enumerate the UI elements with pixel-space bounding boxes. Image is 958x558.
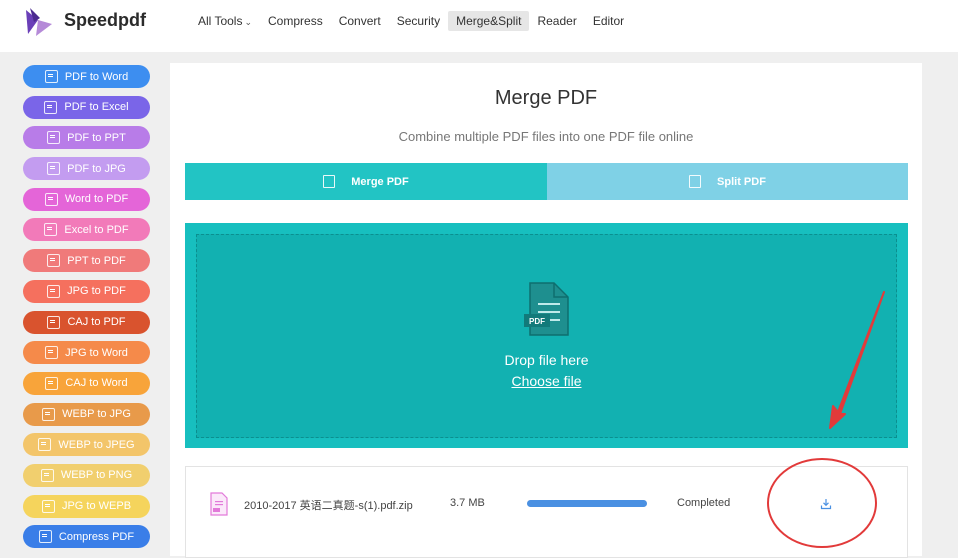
sidebar: PDF to Word PDF to Excel PDF to PPT PDF to … — [23, 65, 150, 556]
sidebar-item-label: WEBP to PNG — [60, 469, 133, 482]
main-panel: Merge PDF Combine multiple PDF files int… — [170, 63, 922, 558]
merge-icon — [323, 175, 336, 188]
tool-icon — [47, 162, 61, 176]
sidebar-item[interactable]: PDF to Excel — [23, 95, 150, 119]
tab-label: Merge PDF — [351, 175, 409, 188]
sidebar-item-label: Word to PDF — [64, 193, 129, 206]
sidebar-item-label: JPG to PDF — [67, 285, 126, 298]
sidebar-item[interactable]: PPT to PDF — [23, 249, 150, 273]
sidebar-item[interactable]: Excel to PDF — [23, 218, 150, 242]
tool-icon — [44, 192, 58, 206]
sidebar-item-label: PPT to PDF — [67, 254, 126, 267]
tool-icon — [45, 376, 59, 390]
sidebar-item-label: JPG to WEPB — [61, 500, 132, 513]
sidebar-item-label: PDF to PPT — [67, 131, 126, 144]
page-title: Merge PDF — [494, 87, 598, 109]
tool-icon — [44, 223, 58, 237]
sidebar-item[interactable]: CAJ to PDF — [23, 310, 150, 334]
sidebar-item-label: PDF to JPG — [67, 162, 126, 175]
file-name: 2010-2017 英语二真题-s(1).pdf.zip — [244, 500, 413, 512]
top-nav: All Tools ⌄ Compress Convert Security Mer… — [190, 11, 632, 31]
progress-fill — [527, 500, 647, 507]
file-size: 3.7 MB — [450, 497, 485, 509]
tab-label: Split PDF — [717, 175, 766, 188]
sidebar-item[interactable]: WEBP to PNG — [23, 463, 150, 487]
nav-security[interactable]: Security — [389, 11, 448, 31]
tool-icon — [42, 407, 56, 421]
tool-icon — [40, 468, 54, 482]
top-bar: Speedpdf All Tools ⌄ Compress Convert Sec… — [0, 0, 958, 52]
chevron-down-icon: ⌄ — [244, 17, 253, 27]
zip-file-icon — [210, 492, 228, 516]
sidebar-item[interactable]: PDF to PPT — [23, 126, 150, 150]
drop-zone-inner[interactable]: PDF Drop file here Choose file — [196, 234, 897, 438]
tab-split-pdf[interactable]: Split PDF — [547, 163, 908, 200]
tool-icon — [41, 499, 55, 513]
pdf-file-icon: PDF — [524, 282, 569, 336]
sidebar-item[interactable]: WEBP to JPG — [23, 402, 150, 426]
brand-name[interactable]: Speedpdf — [64, 10, 146, 31]
sidebar-item-label: CAJ to Word — [65, 377, 128, 390]
sidebar-item-label: PDF to Word — [64, 70, 129, 83]
choose-file-link[interactable]: Choose file — [197, 373, 896, 389]
sidebar-item-label: Compress PDF — [58, 530, 135, 543]
tool-icon — [47, 284, 61, 298]
sidebar-item[interactable]: JPG to Word — [23, 341, 150, 365]
tab-merge-pdf[interactable]: Merge PDF — [185, 163, 547, 200]
nav-all-tools[interactable]: All Tools ⌄ — [190, 11, 260, 31]
pdf-badge: PDF — [529, 317, 545, 326]
sidebar-item[interactable]: Word to PDF — [23, 187, 150, 211]
nav-merge-split[interactable]: Merge&Split — [448, 11, 530, 31]
tool-icon — [45, 346, 59, 360]
progress-bar — [527, 500, 647, 507]
sidebar-item-label: PDF to Excel — [64, 101, 129, 114]
sidebar-item-label: WEBP to JPG — [62, 408, 131, 421]
sidebar-item[interactable]: JPG to WEPB — [23, 494, 150, 518]
sidebar-item[interactable]: PDF to JPG — [23, 157, 150, 181]
sidebar-item[interactable]: Compress PDF — [23, 525, 150, 549]
tool-icon — [38, 438, 52, 452]
nav-reader[interactable]: Reader — [529, 11, 584, 31]
sidebar-item[interactable]: WEBP to JPEG — [23, 433, 150, 457]
drop-hint: Drop file here — [504, 352, 589, 368]
sidebar-item[interactable]: PDF to Word — [23, 65, 150, 88]
nav-label: All Tools — [198, 14, 243, 28]
nav-editor[interactable]: Editor — [585, 11, 632, 31]
speedpdf-logo-icon[interactable] — [22, 6, 54, 38]
split-icon — [689, 175, 702, 188]
tool-icon — [47, 315, 61, 329]
tool-icon — [38, 530, 52, 544]
tool-icon — [47, 131, 61, 145]
sidebar-item[interactable]: CAJ to Word — [23, 371, 150, 395]
sidebar-item-label: WEBP to JPEG — [58, 438, 135, 451]
sidebar-item-label: JPG to Word — [65, 346, 128, 359]
status-text: Completed — [677, 497, 731, 509]
sidebar-item-label: Excel to PDF — [64, 223, 129, 236]
nav-convert[interactable]: Convert — [331, 11, 389, 31]
nav-compress[interactable]: Compress — [260, 11, 331, 31]
download-icon[interactable] — [820, 498, 832, 510]
page-subtitle: Combine multiple PDF files into one PDF … — [398, 129, 694, 144]
sidebar-item-label: CAJ to PDF — [67, 316, 126, 328]
tool-icon — [44, 100, 58, 114]
tool-icon — [44, 70, 58, 83]
sidebar-item[interactable]: JPG to PDF — [23, 279, 150, 303]
tool-icon — [47, 254, 61, 268]
file-row: 2010-2017 英语二真题-s(1).pdf.zip 3.7 MB Comp… — [185, 466, 908, 558]
drop-zone[interactable]: PDF Drop file here Choose file — [185, 223, 908, 448]
